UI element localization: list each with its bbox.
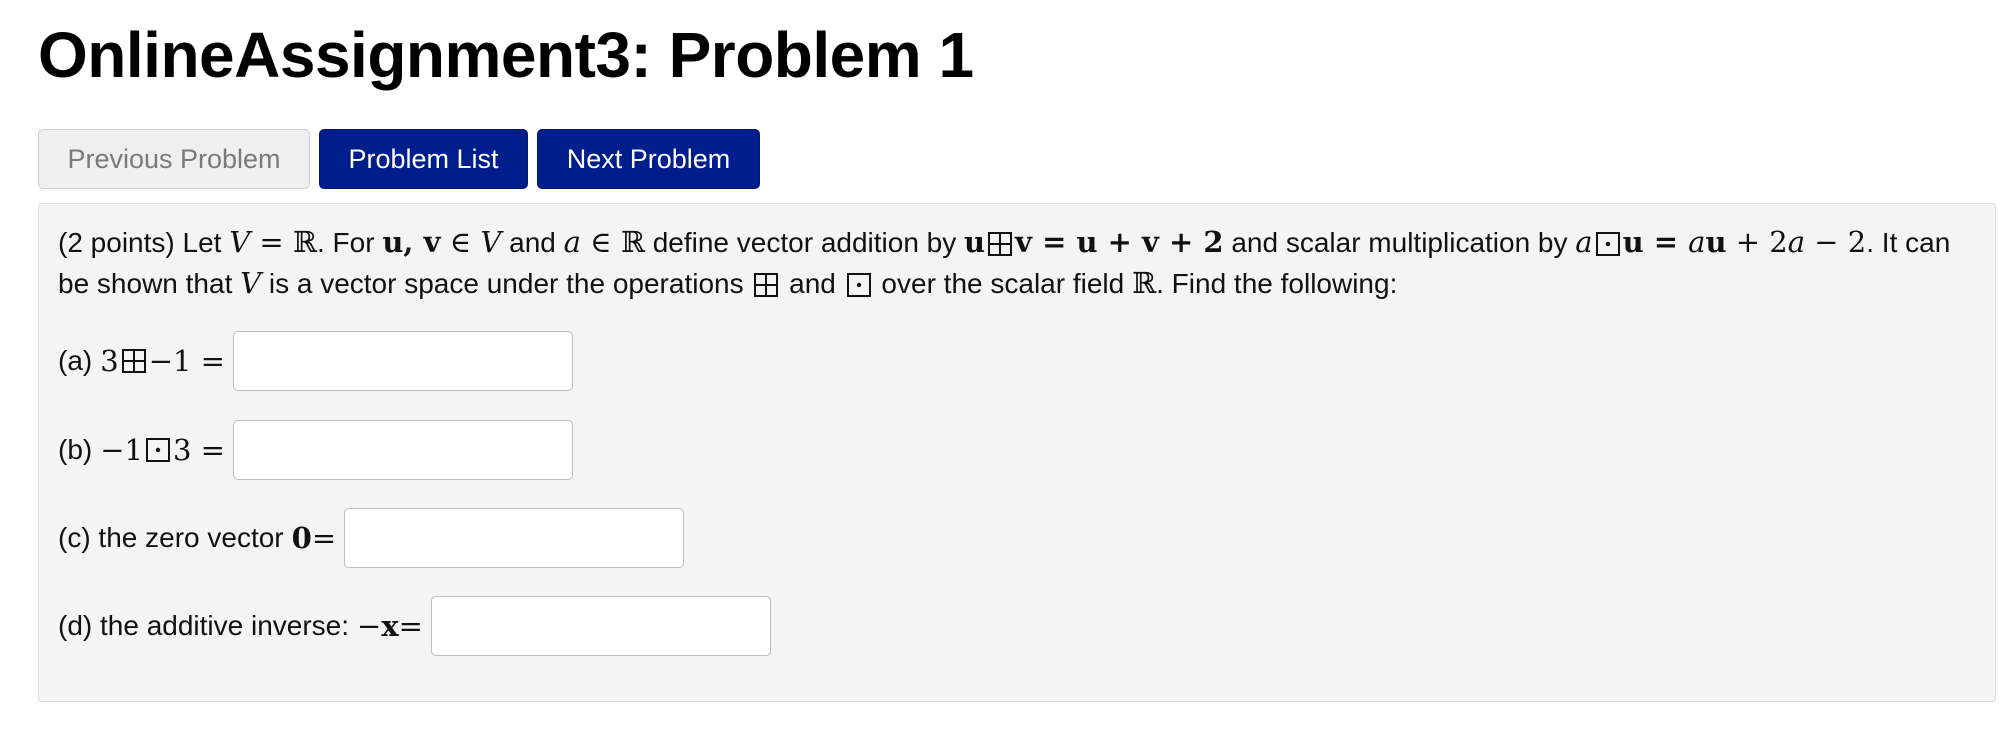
math-a: a bbox=[1787, 225, 1806, 259]
math-in-R: ∈ ℝ bbox=[580, 225, 645, 259]
math-u: u bbox=[964, 225, 986, 259]
statement-text: is a vector space under the operations bbox=[261, 268, 752, 299]
math-u: u bbox=[1705, 225, 1727, 259]
part-b-right: 3 = bbox=[172, 433, 225, 467]
vector-x-symbol: x bbox=[381, 609, 399, 643]
boxplus-icon bbox=[754, 273, 779, 297]
answer-d-input[interactable] bbox=[430, 596, 771, 656]
math-uv: u, v bbox=[382, 225, 441, 259]
zero-vector-symbol: 0 bbox=[291, 521, 312, 555]
part-a-label: (a) bbox=[58, 345, 93, 376]
problem-navigation: Previous Problem Problem List Next Probl… bbox=[38, 129, 760, 189]
problem-panel: (2 points) Let V = ℝ. For u, v ∈ V and a… bbox=[38, 203, 1996, 702]
part-a-left: 3 bbox=[100, 344, 119, 378]
part-b-left: −1 bbox=[100, 433, 143, 467]
points-text: (2 points) Let bbox=[58, 227, 230, 258]
part-d-label: (d) the additive inverse: bbox=[58, 610, 350, 641]
statement-text: and bbox=[781, 268, 844, 299]
math-in: ∈ bbox=[440, 225, 481, 259]
part-a-right: −1 = bbox=[148, 344, 225, 378]
boxdot-icon bbox=[1595, 232, 1620, 256]
math-u-eq: u = bbox=[1622, 225, 1689, 259]
part-b: (b) −1 3 = bbox=[58, 420, 573, 480]
math-R: ℝ bbox=[1132, 266, 1157, 300]
math-plus-2: + 2 bbox=[1726, 225, 1788, 259]
boxdot-icon bbox=[145, 438, 170, 462]
boxplus-icon bbox=[988, 232, 1013, 256]
answer-c-input[interactable] bbox=[344, 508, 685, 568]
problem-list-button[interactable]: Problem List bbox=[319, 129, 528, 189]
statement-text: and bbox=[501, 227, 564, 258]
math-a: a bbox=[563, 225, 581, 259]
answer-a-input[interactable] bbox=[232, 331, 573, 391]
problem-statement: (2 points) Let V = ℝ. For u, v ∈ V and a… bbox=[58, 222, 1988, 304]
answer-b-input[interactable] bbox=[232, 420, 573, 480]
previous-problem-button[interactable]: Previous Problem bbox=[38, 129, 310, 189]
math-a: a bbox=[1688, 225, 1706, 259]
boxdot-icon bbox=[846, 273, 871, 297]
math-minus-2: − 2 bbox=[1805, 225, 1867, 259]
part-b-label: (b) bbox=[58, 434, 93, 465]
math-a: a bbox=[1575, 225, 1593, 259]
math-V: V bbox=[480, 225, 502, 259]
math-V: V bbox=[229, 225, 251, 259]
statement-text: over the scalar field bbox=[873, 268, 1132, 299]
part-c-equals: = bbox=[311, 521, 337, 555]
math-V: V bbox=[240, 266, 262, 300]
math-eq-R: = ℝ bbox=[250, 225, 317, 259]
statement-text: . For bbox=[317, 227, 383, 258]
part-d: (d) the additive inverse: − x = bbox=[58, 596, 771, 656]
statement-text: and scalar multiplication by bbox=[1223, 227, 1576, 258]
part-a: (a) 3 −1 = bbox=[58, 331, 573, 391]
next-problem-button[interactable]: Next Problem bbox=[537, 129, 760, 189]
part-c: (c) the zero vector 0 = bbox=[58, 508, 685, 568]
part-c-label: (c) the zero vector bbox=[58, 522, 284, 553]
statement-text: define vector addition by bbox=[644, 227, 965, 258]
part-d-equals: = bbox=[398, 609, 423, 643]
statement-text: . Find the following: bbox=[1156, 268, 1398, 299]
math-v-eq: v = u + v + 2 bbox=[1015, 225, 1224, 259]
minus-symbol: − bbox=[357, 609, 382, 643]
boxplus-icon bbox=[121, 349, 146, 373]
page-title: OnlineAssignment3: Problem 1 bbox=[38, 19, 974, 91]
